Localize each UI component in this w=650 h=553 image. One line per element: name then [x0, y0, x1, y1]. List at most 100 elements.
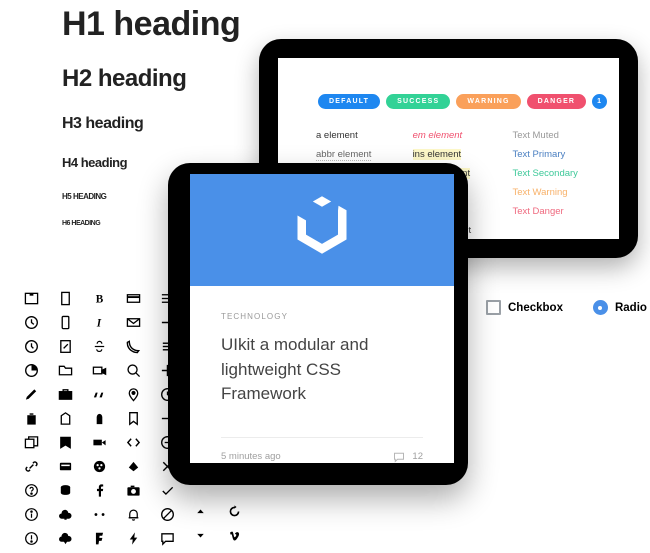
text-warning: Text Warning: [512, 183, 609, 202]
tablet-icon[interactable]: [58, 286, 92, 310]
el-ins-text: ins element: [412, 149, 462, 160]
el-em: em element: [413, 126, 513, 145]
heading-h1: H1 heading: [62, 5, 241, 43]
hand-icon[interactable]: [92, 406, 126, 430]
pencil-icon[interactable]: [24, 382, 58, 406]
trash-icon[interactable]: [24, 406, 58, 430]
phone-icon[interactable]: [58, 310, 92, 334]
el-a: a element: [316, 126, 413, 145]
location-icon[interactable]: [126, 382, 160, 406]
text-secondary: Text Secondary: [512, 164, 609, 183]
paint-bucket-icon[interactable]: [92, 454, 126, 478]
phone-card-device-mockup: TECHNOLOGY UIkit a modular and lightweig…: [168, 163, 468, 485]
mail-icon[interactable]: [126, 310, 160, 334]
badge-row: DEFAULT SUCCESS WARNING DANGER 1: [318, 94, 608, 109]
bell-icon[interactable]: [126, 502, 160, 526]
radio-control[interactable]: Radio: [592, 300, 647, 315]
cloud-download-icon[interactable]: [58, 526, 92, 550]
download-icon[interactable]: [58, 430, 92, 454]
text-primary-label: Text Primary: [512, 149, 566, 160]
card-screen: TECHNOLOGY UIkit a modular and lightweig…: [190, 174, 454, 463]
card-title: UIkit a modular and lightweight CSS Fram…: [221, 335, 369, 404]
album-icon[interactable]: [24, 286, 58, 310]
folder-icon[interactable]: [58, 358, 92, 382]
database-icon[interactable]: [58, 478, 92, 502]
question-icon[interactable]: [24, 478, 58, 502]
card-divider: [221, 436, 423, 438]
strikethrough-icon[interactable]: [92, 334, 126, 358]
card-hero: [190, 174, 454, 286]
link-icon[interactable]: [24, 454, 58, 478]
comment-icon: [394, 452, 405, 463]
italic-icon[interactable]: I: [92, 310, 126, 334]
ban-icon[interactable]: [160, 502, 194, 526]
badge-count[interactable]: 1: [592, 94, 608, 109]
camera-video-icon[interactable]: [92, 430, 126, 454]
cloud-upload-icon[interactable]: [58, 502, 92, 526]
info-icon[interactable]: [24, 502, 58, 526]
form-controls: Checkbox Radio: [486, 300, 647, 315]
radio-label: Radio: [614, 301, 647, 314]
card-body: TECHNOLOGY UIkit a modular and lightweig…: [190, 286, 454, 463]
camera-icon[interactable]: [126, 478, 160, 502]
svg-text:I: I: [96, 317, 102, 329]
foursquare-icon[interactable]: [92, 526, 126, 550]
el-abbr-text: abbr element: [316, 148, 372, 161]
facebook-icon[interactable]: [92, 478, 126, 502]
code-icon[interactable]: [126, 430, 160, 454]
badge-warning[interactable]: WARNING: [456, 94, 521, 109]
comment-icon[interactable]: [160, 526, 194, 550]
card-timestamp: 5 minutes ago: [221, 451, 281, 463]
el-a-text: a element: [316, 130, 358, 141]
copy-icon[interactable]: [24, 430, 58, 454]
chevron-up-icon[interactable]: [194, 505, 228, 529]
text-danger: Text Danger: [512, 202, 609, 221]
warning-icon[interactable]: [24, 526, 58, 550]
refresh-icon[interactable]: [228, 505, 262, 529]
chevron-down-icon[interactable]: [194, 529, 228, 553]
bold-icon[interactable]: B: [92, 286, 126, 310]
receiver-icon[interactable]: [126, 334, 160, 358]
text-secondary-label: Text Secondary: [512, 168, 578, 179]
quote-right-icon[interactable]: [92, 382, 126, 406]
el-abbr: abbr element: [316, 145, 413, 164]
server-icon[interactable]: [58, 454, 92, 478]
clock-icon[interactable]: [24, 310, 58, 334]
radio-box[interactable]: [592, 300, 608, 315]
bookmark-icon[interactable]: [126, 406, 160, 430]
pull-icon[interactable]: [126, 454, 160, 478]
badge-success[interactable]: SUCCESS: [386, 94, 451, 109]
badge-default[interactable]: DEFAULT: [318, 94, 381, 109]
card-comment-count: 12: [412, 451, 423, 463]
el-ins: ins element: [412, 145, 513, 164]
heading-h2: H2 heading: [62, 65, 187, 92]
vimeo-icon[interactable]: [228, 529, 262, 553]
more-icon[interactable]: [92, 502, 126, 526]
search-icon[interactable]: [126, 358, 160, 382]
checkbox-box[interactable]: [486, 300, 501, 315]
video-camera-icon[interactable]: [92, 358, 126, 382]
text-primary: Text Primary: [512, 145, 609, 164]
el-em-text: em element: [412, 130, 463, 141]
checkbox-control[interactable]: Checkbox: [486, 300, 563, 315]
text-muted-label: Text Muted: [512, 130, 559, 141]
credit-card-icon[interactable]: [126, 286, 160, 310]
heading-h3: H3 heading: [62, 115, 144, 132]
briefcase-icon[interactable]: [58, 382, 92, 406]
text-danger-label: Text Danger: [512, 206, 564, 217]
badge-danger[interactable]: DANGER: [526, 94, 587, 109]
history-icon[interactable]: [24, 334, 58, 358]
card-kicker: TECHNOLOGY: [221, 312, 289, 321]
push-icon[interactable]: [58, 406, 92, 430]
radio-dot: [598, 305, 603, 310]
text-warning-label: Text Warning: [512, 187, 568, 198]
checkbox-label: Checkbox: [508, 301, 563, 314]
pie-chart-icon[interactable]: [24, 358, 58, 382]
file-edit-icon[interactable]: [58, 334, 92, 358]
card-comments[interactable]: 12: [393, 451, 423, 463]
bolt-icon[interactable]: [126, 526, 160, 550]
svg-text:B: B: [96, 293, 104, 305]
uikit-logo: [289, 193, 355, 268]
elements-column-right: Text Muted Text Primary Text Secondary T…: [512, 126, 609, 239]
text-muted: Text Muted: [512, 126, 609, 145]
